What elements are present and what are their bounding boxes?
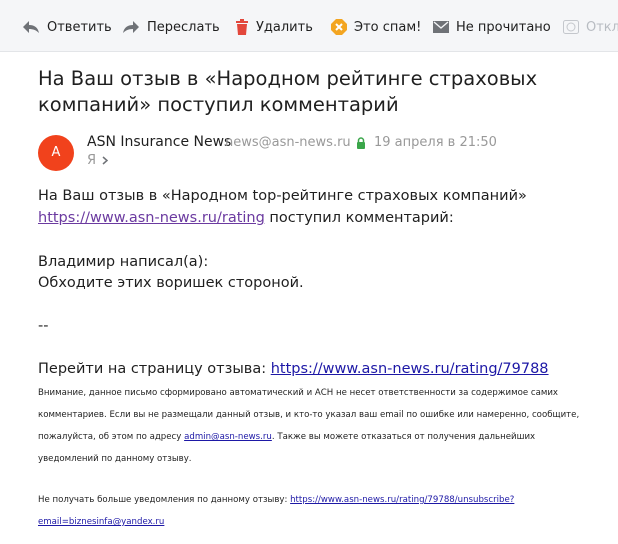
goto-label: Перейти на страницу отзыва: [38,361,271,377]
forward-icon [123,21,139,33]
trash-icon [236,19,248,35]
review-link[interactable]: https://www.asn-news.ru/rating/79788 [271,361,549,377]
rating-link[interactable]: https://www.asn-news.ru/rating [38,210,265,226]
envelope-icon [433,21,449,33]
forward-button[interactable]: Переслать [122,18,220,36]
spam-icon [331,19,347,35]
more-label: Откл [586,19,618,35]
forward-label: Переслать [147,19,220,35]
mark-unread-button[interactable]: Не прочитано [433,18,551,36]
notice-line-1: Внимание, данное письмо сформировано авт… [38,388,559,398]
subject-line-2: компаний» поступил комментарий [38,93,399,116]
body-intro: На Ваш отзыв в «Народном top-рейтинге ст… [38,188,527,204]
notice-line-2: комментариев. Если вы не размещали данны… [38,410,580,420]
unsubscribe-link-email[interactable]: email=biznesinfa@yandex.ru [38,517,164,527]
notice-suffix: . Также вы можете отказаться от получени… [271,432,536,442]
recipient-toggle[interactable]: Я [87,153,109,168]
unsubscribe-label: Не получать больше уведомления по данном… [38,495,291,505]
admin-email-link[interactable]: admin@asn-news.ru [184,432,272,442]
sender-name[interactable]: ASN Insurance News [87,134,231,150]
message-toolbar: Ответить Переслать Удалить Это спам! Не … [0,0,618,52]
delete-button[interactable]: Удалить [235,18,313,36]
comment-author: Владимир написал(а): [38,254,209,270]
clock-icon [563,20,579,34]
signature-separator: -- [38,318,49,334]
message-date: 19 апреля в 21:50 [374,135,497,150]
unsubscribe-link[interactable]: https://www.asn-news.ru/rating/79788/uns… [290,495,514,505]
more-button[interactable]: Откл [563,18,618,36]
notice-line-3: пожалуйста, об этом по адресу admin@asn-… [38,432,535,442]
lock-icon [357,137,365,149]
notice-prefix: пожалуйста, об этом по адресу [38,432,185,442]
mark-unread-label: Не прочитано [456,19,551,35]
reply-label: Ответить [47,19,112,35]
recipient-label: Я [87,153,97,168]
notice-line-4: уведомлений по данному отзыву. [38,454,192,464]
comment-text: Обходите этих воришек стороной. [38,275,304,291]
delete-label: Удалить [256,19,313,35]
subject-line-1: На Ваш отзыв в «Народном рейтинге страхо… [38,67,538,90]
spam-label: Это спам! [354,19,422,35]
reply-button[interactable]: Ответить [22,18,112,36]
body-intro-line-2: https://www.asn-news.ru/rating поступил … [38,210,454,226]
reply-icon [23,21,39,33]
goto-review-line: Перейти на страницу отзыва: https://www.… [38,361,549,377]
message-subject: На Ваш отзыв в «Народном рейтинге страхо… [38,66,578,118]
avatar[interactable]: A [38,135,74,171]
sender-email[interactable]: news@asn-news.ru [225,135,351,150]
chevron-right-icon [102,156,109,165]
spam-button[interactable]: Это спам! [331,18,421,36]
unsubscribe-line: Не получать больше уведомления по данном… [38,495,514,505]
unsubscribe-link-cont: email=biznesinfa@yandex.ru [38,517,164,527]
intro-suffix: поступил комментарий: [264,210,454,226]
